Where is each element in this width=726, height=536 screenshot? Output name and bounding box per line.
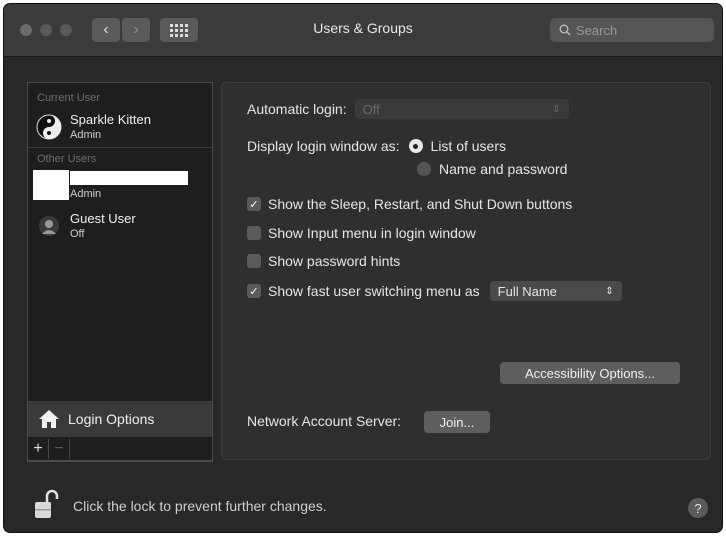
- display-login-row: Display login window as: List of users: [247, 138, 506, 154]
- updown-chevron-icon: ⇕: [605, 285, 614, 297]
- users-sidebar: Current User Sparkle Kitten Admin Other …: [27, 82, 213, 462]
- radio-list-of-users-label: List of users: [430, 138, 507, 154]
- join-button[interactable]: Join...: [424, 411, 490, 433]
- sidebar-add-remove-bar: + −: [27, 439, 213, 461]
- radio-unselected-icon: [417, 162, 431, 176]
- current-user-section-label: Current User: [37, 92, 100, 104]
- user-row-current[interactable]: Sparkle Kitten Admin: [28, 109, 212, 149]
- lock-status-text: Click the lock to prevent further change…: [73, 498, 327, 514]
- radio-selected-icon: [408, 139, 423, 153]
- checkbox-fast-switching[interactable]: ✓ Show fast user switching menu as: [247, 283, 480, 299]
- updown-chevron-icon: ⇕: [552, 103, 561, 115]
- other-users-section-label: Other Users: [37, 153, 97, 165]
- radio-name-password-label: Name and password: [439, 161, 568, 177]
- display-login-label: Display login window as:: [247, 138, 400, 154]
- search-placeholder: Search: [576, 22, 618, 38]
- accessibility-options-button[interactable]: Accessibility Options...: [500, 362, 680, 384]
- search-icon: [559, 24, 571, 36]
- login-options-label: Login Options: [68, 411, 155, 427]
- current-user-role: Admin: [70, 129, 102, 141]
- login-options-panel: Automatic login: Off ⇕ Display login win…: [221, 82, 711, 460]
- checkmark-icon: ✓: [247, 284, 261, 298]
- guest-user-role: Off: [70, 228, 85, 240]
- fast-switching-row: ✓ Show fast user switching menu as Full …: [247, 281, 622, 301]
- fast-switching-value: Full Name: [497, 283, 557, 299]
- checkbox-input-menu[interactable]: Show Input menu in login window: [247, 225, 476, 241]
- search-field[interactable]: Search: [550, 18, 714, 42]
- preferences-window: ‹ › Users & Groups Search Current User S…: [4, 4, 722, 532]
- guest-user-icon: [39, 216, 59, 236]
- title-bar: ‹ › Users & Groups Search: [4, 4, 722, 57]
- guest-user-name: Guest User: [70, 211, 136, 226]
- network-server-label: Network Account Server:: [247, 413, 402, 429]
- checkbox-input-menu-label: Show Input menu in login window: [268, 225, 476, 241]
- yin-yang-avatar-icon: [36, 114, 62, 140]
- remove-user-button[interactable]: −: [49, 439, 70, 459]
- sidebar-divider: [28, 147, 212, 148]
- checkbox-empty-icon: [247, 254, 261, 268]
- help-button[interactable]: ?: [688, 498, 708, 518]
- checkbox-password-hints[interactable]: Show password hints: [247, 253, 400, 269]
- current-user-name: Sparkle Kitten: [70, 112, 151, 127]
- automatic-login-label: Automatic login:: [247, 101, 347, 117]
- user-row-redacted[interactable]: Admin: [28, 169, 212, 203]
- checkbox-password-hints-label: Show password hints: [268, 253, 401, 269]
- checkbox-sleep-restart-label: Show the Sleep, Restart, and Shut Down b…: [268, 196, 573, 212]
- user-role: Admin: [70, 188, 102, 200]
- checkbox-empty-icon: [247, 226, 261, 240]
- unlocked-padlock-icon[interactable]: [34, 488, 60, 520]
- network-server-row: Network Account Server:: [247, 413, 401, 429]
- sidebar-item-login-options[interactable]: Login Options: [28, 401, 212, 437]
- checkbox-fast-switching-label: Show fast user switching menu as: [268, 283, 480, 299]
- redacted-avatar: [33, 170, 69, 200]
- user-row-guest[interactable]: Guest User Off: [28, 207, 212, 243]
- automatic-login-value: Off: [362, 101, 380, 117]
- house-icon: [39, 410, 59, 428]
- radio-name-and-password[interactable]: Name and password: [417, 161, 567, 177]
- automatic-login-popup[interactable]: Off ⇕: [354, 99, 569, 119]
- checkmark-icon: ✓: [247, 197, 261, 211]
- add-user-button[interactable]: +: [28, 439, 49, 459]
- fast-switching-popup[interactable]: Full Name ⇕: [489, 281, 622, 301]
- automatic-login-row: Automatic login: Off ⇕: [247, 99, 569, 119]
- radio-list-of-users[interactable]: List of users: [408, 138, 507, 154]
- checkbox-sleep-restart[interactable]: ✓ Show the Sleep, Restart, and Shut Down…: [247, 196, 572, 212]
- redacted-user-name: [70, 171, 188, 185]
